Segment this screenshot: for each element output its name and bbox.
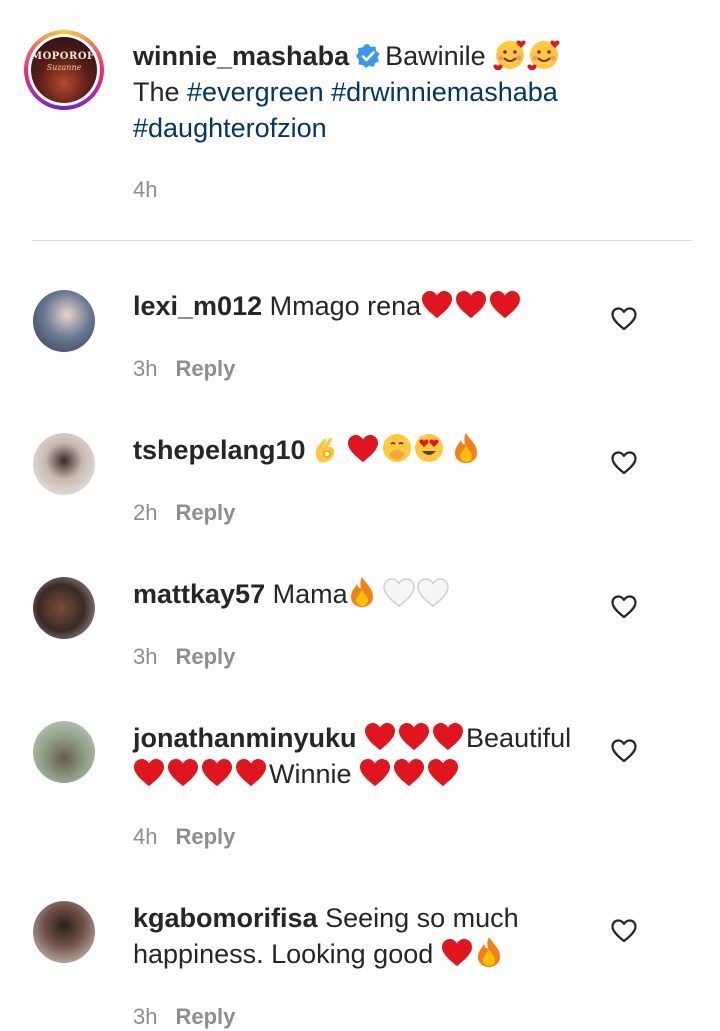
red-heart-icon xyxy=(235,758,267,788)
comment-meta: 2h Reply xyxy=(133,500,235,526)
divider xyxy=(32,240,692,241)
comment-username[interactable]: kgabomorifisa xyxy=(133,903,318,933)
comment-text: Winnie xyxy=(269,759,352,789)
hashtag-link[interactable]: #evergreen xyxy=(187,77,324,107)
comment-line: lexi_m012 Mmago rena xyxy=(133,288,523,324)
comment-username[interactable]: mattkay57 xyxy=(133,579,265,609)
face-with-hand-over-mouth-icon xyxy=(381,432,413,464)
caption-line-2: The #evergreen #drwinniemashaba xyxy=(133,74,558,110)
red-heart-icon xyxy=(455,290,487,320)
comment-text: Mmago rena xyxy=(269,291,422,321)
red-heart-icon xyxy=(347,434,379,464)
comment-time: 3h xyxy=(133,644,158,669)
comment-avatar[interactable] xyxy=(33,290,95,352)
smiling-face-with-hearts-icon xyxy=(493,38,527,70)
comment-line: jonathanminyuku Beautiful xyxy=(133,720,571,756)
like-heart-icon[interactable] xyxy=(610,918,638,944)
comment-username[interactable]: lexi_m012 xyxy=(133,291,262,321)
heart-eyes-icon xyxy=(413,432,445,464)
red-heart-icon xyxy=(201,758,233,788)
comment-line: happiness. Looking good xyxy=(133,936,503,972)
red-heart-icon xyxy=(441,938,473,968)
red-heart-icon xyxy=(398,722,430,752)
hashtag-link[interactable]: #drwinniemashaba xyxy=(331,77,558,107)
comment-avatar[interactable] xyxy=(33,721,95,783)
red-heart-icon xyxy=(427,758,459,788)
comment-text: Beautiful xyxy=(466,723,572,753)
avatar-script-text: Suzanne xyxy=(46,63,82,72)
white-heart-icon xyxy=(383,578,415,608)
comment-line: mattkay57 Mama xyxy=(133,576,451,612)
reply-button[interactable]: Reply xyxy=(175,356,235,381)
reply-button[interactable]: Reply xyxy=(175,824,235,849)
comment-time: 2h xyxy=(133,500,158,525)
hashtag-link[interactable]: #daughterofzion xyxy=(133,113,327,143)
comment-line: Winnie xyxy=(133,756,461,792)
like-heart-icon[interactable] xyxy=(610,738,638,764)
reply-button[interactable]: Reply xyxy=(175,500,235,525)
verified-badge-icon xyxy=(356,44,380,68)
red-heart-icon xyxy=(432,722,464,752)
ok-hand-icon xyxy=(313,432,339,464)
comment-username[interactable]: jonathanminyuku xyxy=(133,723,357,753)
red-heart-icon xyxy=(167,758,199,788)
comment-meta: 3h Reply xyxy=(133,356,235,382)
comment-text: happiness. Looking good xyxy=(133,939,434,969)
white-heart-icon xyxy=(417,578,449,608)
red-heart-icon xyxy=(359,758,391,788)
caption-text: Bawinile xyxy=(385,41,486,71)
comment-avatar[interactable] xyxy=(33,433,95,495)
red-heart-icon xyxy=(489,290,521,320)
reply-button[interactable]: Reply xyxy=(175,644,235,669)
comment-meta: 3h Reply xyxy=(133,644,235,670)
caption-time: 4h xyxy=(133,177,158,202)
comment-meta: 4h Reply xyxy=(133,824,235,850)
fire-icon xyxy=(452,432,480,464)
reply-button[interactable]: Reply xyxy=(175,1004,235,1029)
caption-username[interactable]: winnie_mashaba xyxy=(133,41,349,71)
comment-line: kgabomorifisa Seeing so much xyxy=(133,900,519,936)
red-heart-icon xyxy=(133,758,165,788)
comment-time: 4h xyxy=(133,824,158,849)
comment-meta: 3h Reply xyxy=(133,1004,235,1030)
comment-text: Mama xyxy=(272,579,348,609)
caption-line-1: winnie_mashaba Bawinile xyxy=(133,38,561,74)
like-heart-icon[interactable] xyxy=(610,306,638,332)
red-heart-icon xyxy=(393,758,425,788)
avatar-brand-text: MOPOROFETA xyxy=(31,51,97,62)
caption-avatar[interactable]: MOPOROFETA Suzanne xyxy=(24,30,104,110)
fire-icon xyxy=(348,576,376,608)
comment-text: Seeing so much xyxy=(325,903,519,933)
caption-prefix: The xyxy=(133,77,188,107)
comment-avatar[interactable] xyxy=(33,577,95,639)
red-heart-icon xyxy=(421,290,453,320)
smiling-face-with-hearts-icon xyxy=(527,38,561,70)
comment-time: 3h xyxy=(133,1004,158,1029)
comment-line: tshepelang10 xyxy=(133,432,480,468)
like-heart-icon[interactable] xyxy=(610,594,638,620)
like-heart-icon[interactable] xyxy=(610,450,638,476)
fire-icon xyxy=(475,936,503,968)
caption-line-3: #daughterofzion xyxy=(133,110,327,146)
comment-time: 3h xyxy=(133,356,158,381)
comment-avatar[interactable] xyxy=(33,901,95,963)
comment-username[interactable]: tshepelang10 xyxy=(133,435,306,465)
red-heart-icon xyxy=(364,722,396,752)
